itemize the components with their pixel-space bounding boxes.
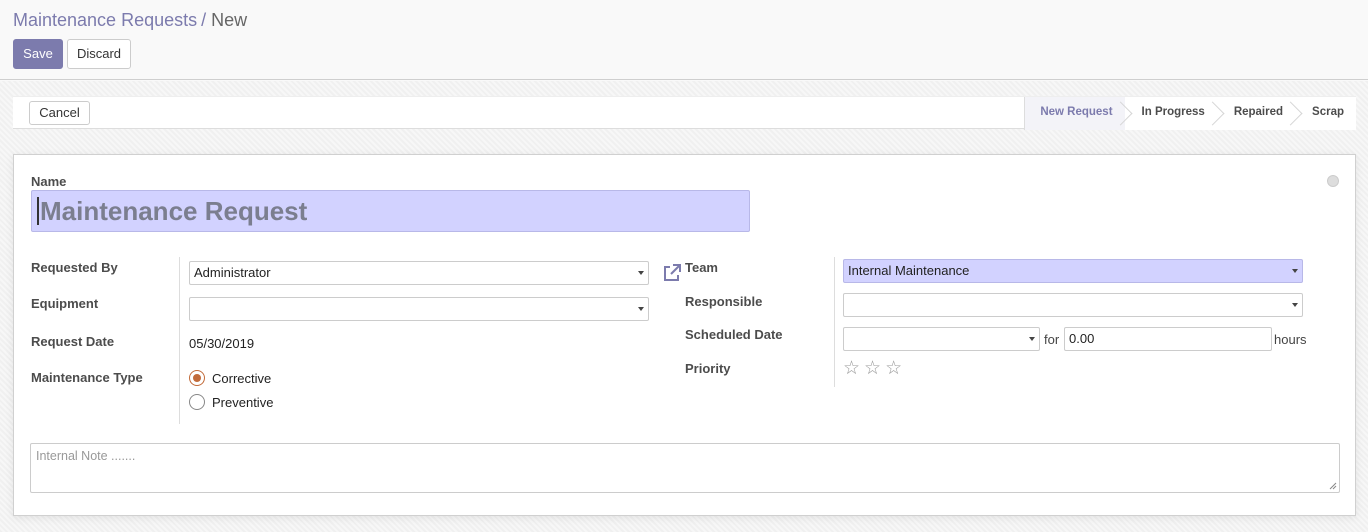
star-icon[interactable]: ☆ [864, 359, 881, 378]
save-button[interactable]: Save [13, 39, 63, 69]
breadcrumb-current: New [211, 10, 248, 30]
stage-pipeline: New Request In Progress Repaired Scrap [1024, 97, 1356, 130]
discard-button[interactable]: Discard [67, 39, 131, 69]
request-date-label: Request Date [31, 334, 115, 349]
radio-corrective[interactable]: Corrective [189, 370, 271, 386]
priority-stars: ☆ ☆ ☆ [843, 359, 902, 378]
form-sheet: Name Maintenance Request Requested By Eq… [13, 154, 1356, 516]
chevron-down-icon [1292, 269, 1298, 273]
star-icon[interactable]: ☆ [885, 359, 902, 378]
requested-by-value: Administrator [194, 265, 271, 280]
control-panel: Maintenance Requests / New Save Discard [0, 0, 1368, 80]
chevron-down-icon [638, 271, 644, 275]
breadcrumb: Maintenance Requests / New [13, 10, 247, 31]
internal-note-textarea[interactable]: Internal Note ....... [30, 443, 1340, 493]
stage-new-request[interactable]: New Request [1024, 97, 1125, 130]
team-value: Internal Maintenance [848, 263, 970, 278]
stage-scrap[interactable]: Scrap [1295, 97, 1356, 130]
breadcrumb-separator: / [201, 10, 207, 30]
cancel-button[interactable]: Cancel [29, 101, 90, 125]
requested-by-select[interactable]: Administrator [189, 261, 649, 285]
equipment-label: Equipment [31, 296, 99, 311]
team-select[interactable]: Internal Maintenance [843, 259, 1303, 283]
responsible-select[interactable] [843, 293, 1303, 317]
chevron-down-icon [1292, 303, 1298, 307]
statusbar: Cancel New Request In Progress Repaired … [13, 96, 1356, 130]
stage-in-progress[interactable]: In Progress [1124, 97, 1217, 130]
kanban-state-dot[interactable] [1327, 175, 1339, 187]
left-group-divider [179, 257, 180, 424]
chevron-down-icon [1029, 337, 1035, 341]
text-cursor [37, 197, 39, 226]
requested-by-label: Requested By [31, 260, 118, 275]
name-input[interactable]: Maintenance Request [31, 190, 750, 232]
name-label: Name [31, 174, 67, 189]
maintenance-type-label: Maintenance Type [31, 370, 143, 385]
radio-corrective-label: Corrective [212, 370, 272, 386]
stage-repaired[interactable]: Repaired [1216, 97, 1296, 130]
chevron-down-icon [638, 307, 644, 311]
name-input-value: Maintenance Request [40, 196, 308, 226]
scheduled-date-label: Scheduled Date [685, 327, 783, 342]
radio-button-checked[interactable] [189, 370, 205, 386]
breadcrumb-parent-link[interactable]: Maintenance Requests [13, 10, 197, 30]
resize-grip-icon[interactable] [1329, 482, 1337, 490]
right-group-divider [834, 257, 835, 387]
duration-input[interactable]: 0.00 [1064, 327, 1272, 351]
internal-note-placeholder: Internal Note ....... [36, 449, 136, 463]
equipment-select[interactable] [189, 297, 649, 321]
priority-label: Priority [685, 361, 731, 376]
responsible-label: Responsible [685, 294, 763, 309]
for-label: for [1044, 332, 1060, 347]
request-date-value: 05/30/2019 [189, 336, 255, 351]
radio-preventive[interactable]: Preventive [189, 394, 273, 410]
hours-label: hours [1274, 332, 1307, 347]
radio-button-unchecked[interactable] [189, 394, 205, 410]
scheduled-date-select[interactable] [843, 327, 1040, 351]
duration-value: 0.00 [1069, 331, 1095, 346]
radio-preventive-label: Preventive [212, 394, 274, 410]
star-icon[interactable]: ☆ [843, 359, 860, 378]
team-label: Team [685, 260, 718, 275]
external-link-icon[interactable] [662, 263, 682, 283]
